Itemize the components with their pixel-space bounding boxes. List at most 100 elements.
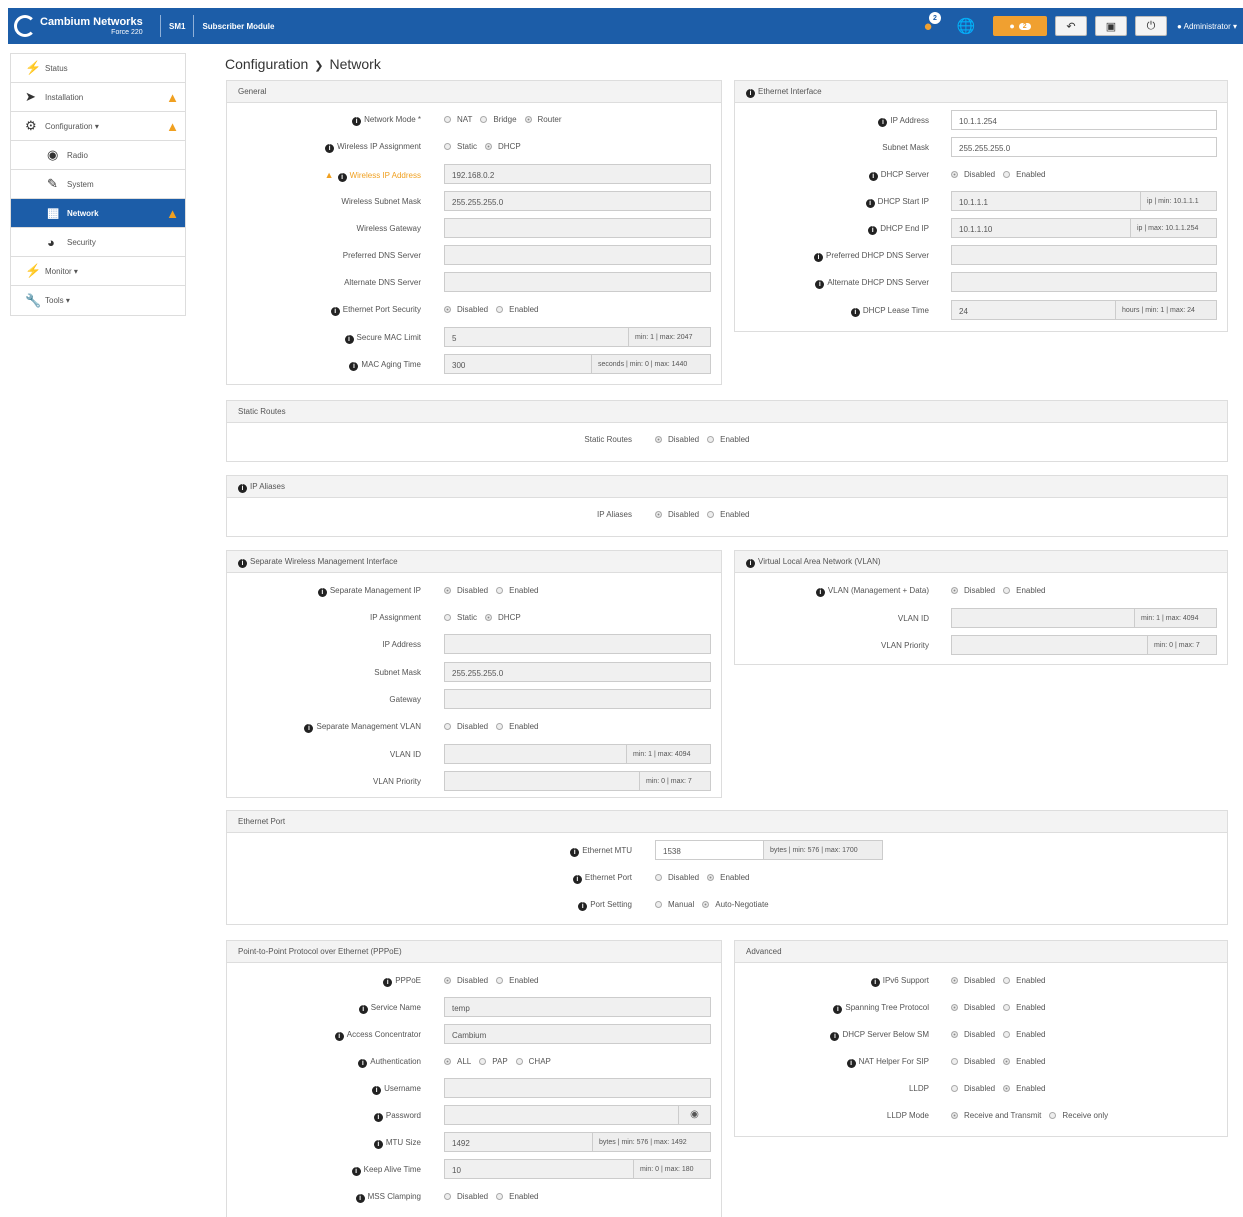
eth-subnet-input[interactable]: 255.255.255.0 [951, 137, 1217, 157]
info-icon[interactable]: i [238, 484, 247, 493]
keep-alive-input[interactable]: 10 [444, 1159, 634, 1179]
radio-disabled[interactable] [951, 587, 958, 594]
radio-enabled[interactable] [707, 436, 715, 443]
info-icon[interactable]: i [846, 1059, 856, 1068]
info-icon[interactable]: i [349, 362, 359, 371]
info-icon[interactable]: i [868, 226, 878, 235]
alternate-dns-input[interactable] [444, 272, 711, 292]
secure-mac-input[interactable]: 5 [444, 327, 629, 347]
radio-bridge[interactable] [480, 116, 488, 123]
sidebar-item-security[interactable]: ◕ Security [11, 228, 185, 257]
radio-router[interactable] [524, 116, 532, 123]
info-icon[interactable]: i [337, 173, 347, 182]
info-icon[interactable]: i [865, 199, 875, 208]
info-icon[interactable]: i [330, 307, 340, 316]
radio-enabled[interactable] [707, 874, 715, 881]
radio-static[interactable] [444, 614, 451, 621]
radio-enabled[interactable] [496, 306, 504, 313]
password-input[interactable] [444, 1105, 679, 1125]
radio-disabled[interactable] [655, 874, 662, 881]
info-icon[interactable]: i [878, 118, 888, 127]
info-icon[interactable]: i [334, 1032, 344, 1041]
show-password-button[interactable]: ◉ [679, 1105, 711, 1125]
info-icon[interactable]: i [870, 978, 880, 987]
info-icon[interactable]: i [351, 1167, 361, 1176]
info-icon[interactable]: i [815, 280, 825, 289]
mgmt-vlan-id-input[interactable] [444, 744, 627, 764]
radio-disabled[interactable] [655, 436, 662, 443]
info-icon[interactable]: i [570, 848, 580, 857]
radio-receive-only[interactable] [1049, 1112, 1057, 1119]
radio-enabled[interactable] [1003, 1004, 1011, 1011]
dhcp-lease-input[interactable]: 24 [951, 300, 1116, 320]
dhcp-end-input[interactable]: 10.1.1.10 [951, 218, 1131, 238]
info-icon[interactable]: i [815, 588, 825, 597]
dhcp-start-input[interactable]: 10.1.1.1 [951, 191, 1141, 211]
radio-disabled[interactable] [444, 306, 451, 313]
sidebar-item-monitor[interactable]: ⚡ Monitor ▾ [11, 257, 185, 286]
info-icon[interactable]: i [373, 1113, 383, 1122]
save-button[interactable]: ▣ [1095, 16, 1127, 36]
wireless-ip-input[interactable]: 192.168.0.2 [444, 164, 711, 184]
radio-disabled[interactable] [444, 977, 451, 984]
user-menu[interactable]: ● Administrator ▾ [1175, 22, 1243, 31]
radio-chap[interactable] [515, 1058, 523, 1065]
radio-disabled[interactable] [951, 1031, 958, 1038]
sidebar-item-configuration[interactable]: ⚙ Configuration ▾ ▲ [11, 112, 185, 141]
eth-ip-input[interactable]: 10.1.1.254 [951, 110, 1217, 130]
info-icon[interactable]: i [358, 1059, 368, 1068]
reboot-button[interactable]: ⏻ [1135, 16, 1167, 36]
radio-enabled[interactable] [1003, 587, 1011, 594]
info-icon[interactable]: i [372, 1086, 382, 1095]
info-icon[interactable]: i [383, 978, 393, 987]
radio-manual[interactable] [655, 901, 662, 908]
mgmt-vlan-priority-input[interactable] [444, 771, 640, 791]
info-icon[interactable]: i [868, 172, 878, 181]
info-icon[interactable]: i [850, 308, 860, 317]
radio-nat[interactable] [444, 116, 451, 123]
info-icon[interactable]: i [373, 1140, 383, 1149]
radio-enabled[interactable] [496, 587, 504, 594]
info-icon[interactable]: i [304, 724, 314, 733]
radio-disabled[interactable] [951, 977, 958, 984]
info-icon[interactable]: i [344, 335, 354, 344]
info-icon[interactable]: i [746, 89, 755, 98]
info-icon[interactable]: i [833, 1005, 843, 1014]
info-icon[interactable]: i [814, 253, 823, 262]
undo-button[interactable]: ↶ [1055, 16, 1087, 36]
info-icon[interactable]: i [358, 1005, 368, 1014]
radio-disabled[interactable] [951, 1004, 958, 1011]
radio-enabled[interactable] [1003, 1031, 1011, 1038]
vlan-priority-input[interactable] [951, 635, 1148, 655]
breadcrumb-parent[interactable]: Configuration [225, 56, 308, 72]
notifications-icon[interactable]: ● 2 [917, 12, 941, 37]
dhcp-alt-dns-input[interactable] [951, 272, 1217, 292]
radio-all[interactable] [444, 1058, 451, 1065]
service-name-input[interactable]: temp [444, 997, 711, 1017]
radio-enabled[interactable] [496, 977, 504, 984]
radio-disabled[interactable] [444, 587, 451, 594]
sidebar-item-system[interactable]: ✎ System [11, 170, 185, 199]
radio-enabled[interactable] [1003, 1085, 1011, 1092]
alerts-button[interactable]: ● 2 [993, 16, 1047, 36]
mgmt-subnet-input[interactable]: 255.255.255.0 [444, 662, 711, 682]
radio-disabled[interactable] [951, 1058, 958, 1065]
vlan-id-input[interactable] [951, 608, 1135, 628]
radio-dhcp[interactable] [485, 143, 493, 150]
globe-icon[interactable]: 🌐 [955, 15, 977, 37]
mtu-size-input[interactable]: 1492 [444, 1132, 593, 1152]
wireless-gateway-input[interactable] [444, 218, 711, 238]
dhcp-pref-dns-input[interactable] [951, 245, 1217, 265]
mgmt-gateway-input[interactable] [444, 689, 711, 709]
sidebar-item-status[interactable]: ⚡ Status [11, 54, 185, 83]
sidebar-item-radio[interactable]: ◉ Radio [11, 141, 185, 170]
info-icon[interactable]: i [578, 902, 588, 911]
wireless-subnet-input[interactable]: 255.255.255.0 [444, 191, 711, 211]
username-input[interactable] [444, 1078, 711, 1098]
info-icon[interactable]: i [355, 1194, 365, 1203]
radio-disabled[interactable] [655, 511, 662, 518]
info-icon[interactable]: i [238, 559, 247, 568]
access-concentrator-input[interactable]: Cambium [444, 1024, 711, 1044]
radio-enabled[interactable] [1003, 171, 1011, 178]
radio-enabled[interactable] [1003, 977, 1011, 984]
